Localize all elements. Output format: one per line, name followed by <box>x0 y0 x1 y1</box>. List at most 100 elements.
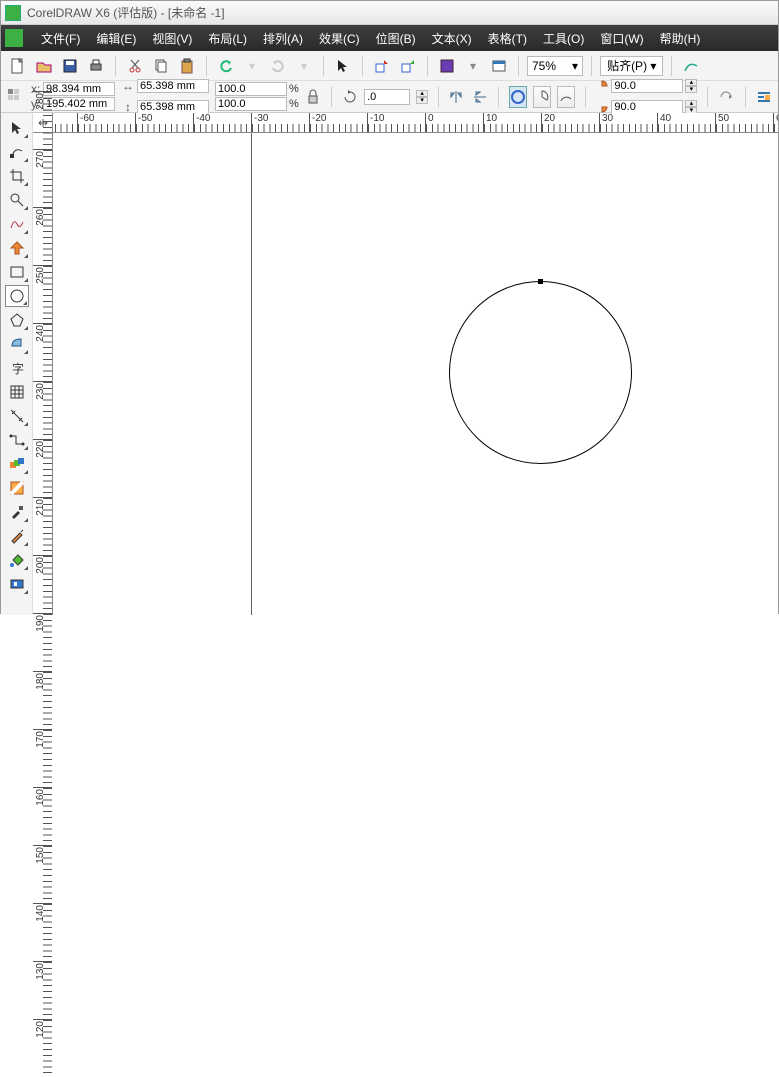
paste-button[interactable] <box>176 55 198 77</box>
interactive-fill-tool[interactable] <box>5 573 29 595</box>
options-button[interactable] <box>680 55 702 77</box>
app-menu-icon[interactable] <box>5 29 23 47</box>
zoom-tool[interactable] <box>5 189 29 211</box>
pick-tool-icon[interactable] <box>332 55 354 77</box>
menu-arrange[interactable]: 排列(A) <box>255 26 311 51</box>
property-bar: x: y: ↔ ↕ % % ▴▾ ▴▾ ▴▾ <box>1 81 778 113</box>
page-boundary <box>251 133 252 615</box>
ruler-tick-label: 10 <box>486 113 497 124</box>
width-input[interactable] <box>137 79 209 93</box>
ruler-tick-label: 180 <box>35 673 46 690</box>
app-launcher-button[interactable] <box>436 55 458 77</box>
toolbox: 字 <box>1 113 33 615</box>
smart-fill-tool[interactable] <box>5 237 29 259</box>
ellipse-mode-button[interactable] <box>509 86 527 108</box>
menu-tools[interactable]: 工具(O) <box>535 26 592 51</box>
menu-effects[interactable]: 效果(C) <box>311 26 368 51</box>
open-button[interactable] <box>33 55 55 77</box>
start-angle-icon <box>595 76 609 96</box>
rotation-spinner[interactable]: ▴▾ <box>416 90 428 104</box>
ruler-tick-label: 260 <box>35 209 46 226</box>
blend-tool[interactable] <box>5 453 29 475</box>
rotation-input[interactable] <box>364 89 410 105</box>
redo-dropdown[interactable]: ▾ <box>293 55 315 77</box>
crop-tool[interactable] <box>5 165 29 187</box>
app-logo-icon <box>5 5 21 21</box>
chevron-down-icon: ▾ <box>572 59 578 73</box>
end-angle-spinner[interactable]: ▴▾ <box>685 100 697 114</box>
zoom-value: 75% <box>532 59 556 73</box>
print-button[interactable] <box>85 55 107 77</box>
export-button[interactable] <box>397 55 419 77</box>
undo-dropdown[interactable]: ▾ <box>241 55 263 77</box>
menu-view[interactable]: 视图(V) <box>144 26 200 51</box>
text-tool[interactable]: 字 <box>5 357 29 379</box>
fill-tool[interactable] <box>5 549 29 571</box>
start-angle-input[interactable] <box>611 79 683 93</box>
eyedropper-tool[interactable] <box>5 501 29 523</box>
transparency-tool[interactable] <box>5 477 29 499</box>
direction-button[interactable] <box>718 86 735 108</box>
basic-shapes-tool[interactable] <box>5 333 29 355</box>
menu-bitmaps[interactable]: 位图(B) <box>368 26 424 51</box>
snap-combo[interactable]: 贴齐(P) ▾ <box>600 56 663 76</box>
undo-button[interactable] <box>215 55 237 77</box>
vertical-ruler[interactable]: 2802702602502402302202102001901801701601… <box>33 133 53 615</box>
x-input[interactable] <box>43 82 115 96</box>
separator <box>518 56 519 76</box>
width-icon: ↔ <box>121 76 135 96</box>
ruler-tick-label: 170 <box>35 731 46 748</box>
ruler-tick-label: 130 <box>35 963 46 980</box>
separator <box>591 56 592 76</box>
separator <box>206 56 207 76</box>
separator <box>585 87 586 107</box>
save-button[interactable] <box>59 55 81 77</box>
zoom-combo[interactable]: 75% ▾ <box>527 56 583 76</box>
scale-group: % % <box>215 82 299 111</box>
horizontal-ruler[interactable]: -70-60-50-40-30-20-100102030405060708090… <box>53 113 778 133</box>
ellipse-tool[interactable] <box>5 285 29 307</box>
shape-tool[interactable] <box>5 141 29 163</box>
end-angle-input[interactable] <box>611 100 683 114</box>
menu-table[interactable]: 表格(T) <box>480 26 535 51</box>
drawing-canvas[interactable] <box>53 133 778 615</box>
outline-tool[interactable] <box>5 525 29 547</box>
menu-edit[interactable]: 编辑(E) <box>88 26 144 51</box>
menu-file[interactable]: 文件(F) <box>33 26 88 51</box>
height-input[interactable] <box>137 100 209 114</box>
ellipse-object[interactable] <box>449 281 632 464</box>
lock-ratio-button[interactable] <box>305 86 322 108</box>
rotate-icon <box>342 87 358 107</box>
app-launcher-dropdown[interactable]: ▾ <box>462 55 484 77</box>
freehand-tool[interactable] <box>5 213 29 235</box>
wrap-text-button[interactable] <box>755 86 772 108</box>
scale-y-input[interactable] <box>215 97 287 111</box>
table-tool[interactable] <box>5 381 29 403</box>
shape-node-handle[interactable] <box>538 279 543 284</box>
pick-tool[interactable] <box>5 117 29 139</box>
menu-layout[interactable]: 布局(L) <box>200 26 255 51</box>
redo-button[interactable] <box>267 55 289 77</box>
new-doc-button[interactable] <box>7 55 29 77</box>
scale-x-input[interactable] <box>215 82 287 96</box>
ruler-tick-label: -20 <box>312 113 326 124</box>
arc-mode-button[interactable] <box>557 86 575 108</box>
ruler-tick-label: -60 <box>80 113 94 124</box>
dimension-tool[interactable] <box>5 405 29 427</box>
ruler-tick-label: 150 <box>35 847 46 864</box>
pie-mode-button[interactable] <box>533 86 551 108</box>
menu-window[interactable]: 窗口(W) <box>592 26 651 51</box>
copy-button[interactable] <box>150 55 172 77</box>
menu-help[interactable]: 帮助(H) <box>652 26 709 51</box>
start-angle-spinner[interactable]: ▴▾ <box>685 79 697 93</box>
menu-text[interactable]: 文本(X) <box>424 26 480 51</box>
rectangle-tool[interactable] <box>5 261 29 283</box>
import-button[interactable] <box>371 55 393 77</box>
cut-button[interactable] <box>124 55 146 77</box>
mirror-v-button[interactable] <box>471 86 488 108</box>
y-input[interactable] <box>43 97 115 111</box>
connector-tool[interactable] <box>5 429 29 451</box>
polygon-tool[interactable] <box>5 309 29 331</box>
welcome-button[interactable] <box>488 55 510 77</box>
mirror-h-button[interactable] <box>449 86 466 108</box>
